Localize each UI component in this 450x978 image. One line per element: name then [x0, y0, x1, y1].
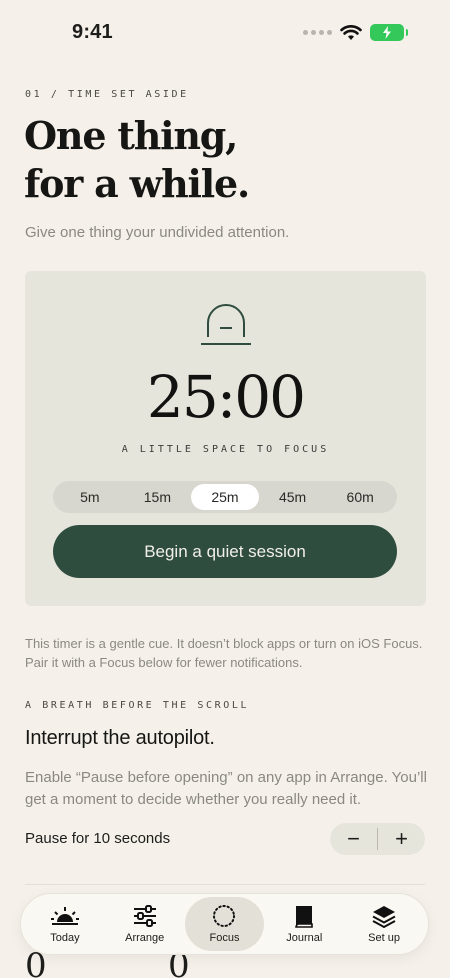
- signal-icon: [303, 30, 332, 35]
- pause-section-body: Enable “Pause before opening” on any app…: [25, 769, 427, 808]
- tab-journal[interactable]: Journal: [264, 897, 344, 951]
- tab-today[interactable]: Today: [25, 897, 105, 951]
- tab-label: Today: [50, 932, 80, 944]
- duration-option-15m[interactable]: 15m: [124, 484, 192, 510]
- layers-icon: [369, 904, 399, 928]
- duration-option-25m[interactable]: 25m: [191, 484, 259, 510]
- sunrise-icon: [50, 904, 80, 928]
- pause-duration-stepper: − +: [330, 823, 425, 855]
- timer-caption: A LITTLE SPACE TO FOCUS: [121, 444, 330, 455]
- status-bar: 9:41: [0, 0, 450, 66]
- duration-option-45m[interactable]: 45m: [259, 484, 327, 510]
- duration-option-5m[interactable]: 5m: [56, 484, 124, 510]
- duration-picker: 5m 15m 25m 45m 60m: [53, 481, 397, 513]
- page-subtitle: Give one thing your undivided attention.: [25, 224, 290, 241]
- wifi-icon: [340, 24, 362, 40]
- increment-button[interactable]: +: [378, 823, 425, 855]
- page-title-line-2: for a while.: [24, 161, 250, 206]
- tab-label: Focus: [209, 932, 240, 944]
- tab-label: Set up: [368, 932, 400, 944]
- battery-charging-icon: [370, 24, 408, 41]
- timer-note: This timer is a gentle cue. It doesn’t b…: [25, 636, 423, 670]
- tab-label: Arrange: [125, 932, 165, 944]
- section-eyebrow: 01 / TIME SET ASIDE: [25, 89, 189, 100]
- tab-label: Journal: [286, 932, 323, 944]
- page-title-line-1: One thing,: [24, 113, 238, 158]
- decrement-button[interactable]: −: [330, 823, 377, 855]
- focus-timer-card: 25:00 A LITTLE SPACE TO FOCUS 5m 15m 25m…: [25, 271, 426, 606]
- tab-arrange[interactable]: Arrange: [105, 897, 185, 951]
- timer-display: 25:00: [146, 363, 306, 431]
- sliders-icon: [130, 904, 160, 928]
- section-divider: [25, 884, 425, 885]
- pause-duration-label: Pause for 10 seconds: [25, 830, 171, 847]
- pause-section-title: Interrupt the autopilot.: [25, 727, 215, 749]
- status-time: 9:41: [72, 21, 113, 43]
- tab-focus[interactable]: Focus: [184, 897, 265, 951]
- duration-option-60m[interactable]: 60m: [326, 484, 394, 510]
- dotted-circle-icon: [209, 904, 239, 928]
- page-title: One thing, for a while.: [24, 112, 424, 208]
- begin-session-button[interactable]: Begin a quiet session: [53, 525, 397, 578]
- status-indicators: [303, 24, 408, 41]
- tab-bar: Today Arrange Focus Journal Set up: [20, 893, 429, 955]
- tab-setup[interactable]: Set up: [344, 897, 424, 951]
- pause-section-eyebrow: A BREATH BEFORE THE SCROLL: [25, 700, 250, 711]
- timer-bell-icon: [201, 304, 251, 345]
- book-icon: [289, 904, 319, 928]
